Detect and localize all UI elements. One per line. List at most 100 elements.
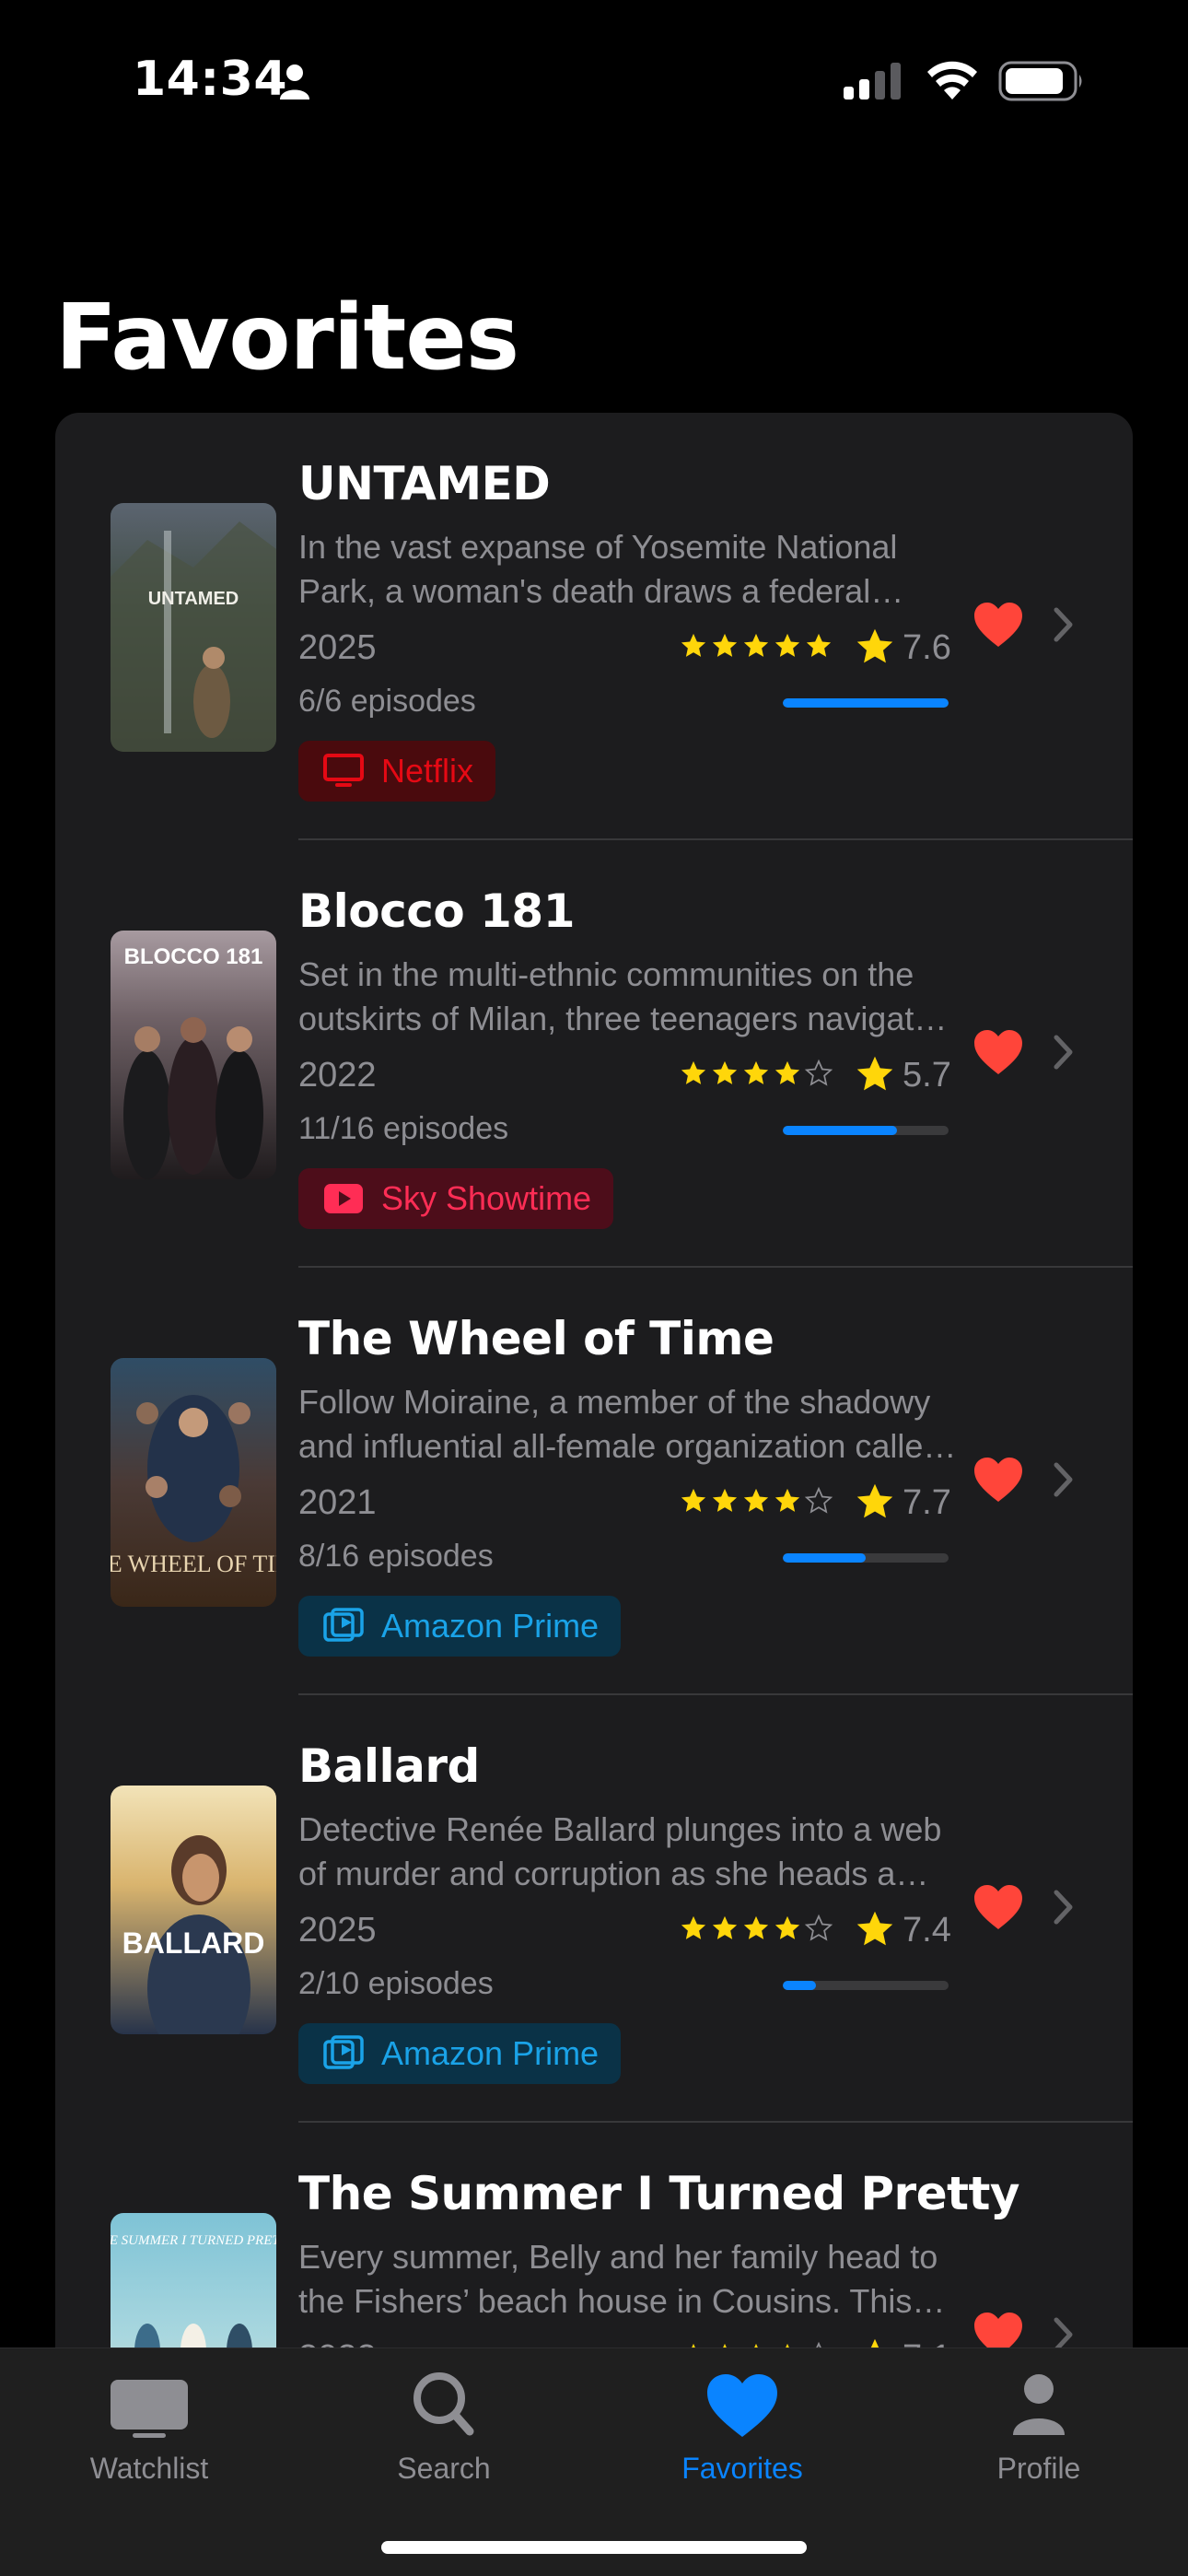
show-title: The Summer I Turned Pretty [298, 2167, 1020, 2220]
poster-image: BALLARD [111, 1786, 276, 2034]
show-description: Follow Moiraine, a member of the shadowy… [298, 1383, 942, 1465]
tv-icon [111, 2380, 188, 2438]
watch-progress-bar [783, 698, 949, 708]
list-item[interactable]: BLOCCO 181 Blocco 181 Set in the multi-e… [55, 840, 1133, 1268]
favorite-heart-icon[interactable] [973, 601, 1024, 649]
star-empty-icon [804, 1486, 833, 1514]
star-rating [678, 1913, 834, 1950]
show-description: Set in the multi-ethnic communities on t… [298, 955, 933, 1037]
star-filled-icon [743, 633, 769, 657]
list-item[interactable]: THE WHEEL OF TIME The Wheel of Time Foll… [55, 1268, 1133, 1695]
progress-fill [783, 698, 949, 708]
tab-label: Favorites [681, 2452, 803, 2485]
tab-watchlist[interactable]: Watchlist [29, 2348, 269, 2514]
poster-image: THE WHEEL OF TIME [111, 1358, 276, 1607]
rating-value: 7.1 [903, 2338, 951, 2348]
rating-value: 7.7 [903, 1483, 951, 1522]
watch-progress-bar [783, 1981, 949, 1990]
star-icon [870, 2338, 879, 2348]
star-icon [856, 628, 893, 663]
cellular-signal-icon [844, 63, 901, 100]
show-year: 2022 [298, 1056, 377, 1095]
show-year: 2025 [298, 1911, 377, 1950]
wifi-icon [927, 61, 977, 100]
star-filled-icon [743, 1915, 769, 1939]
tab-label: Watchlist [89, 2452, 209, 2485]
list-item[interactable]: THE SUMMER I TURNED PRETTY The Summer I … [55, 2123, 1133, 2348]
star-icon [856, 1483, 893, 1518]
heart-icon [707, 2374, 777, 2437]
list-item[interactable]: UNTAMED UNTAMED In the vast expanse of Y… [55, 413, 1133, 840]
video-library-icon [323, 2035, 364, 2069]
star-filled-icon [775, 633, 800, 657]
tv-icon [323, 754, 364, 787]
star-filled-icon [743, 1488, 769, 1512]
episode-count: 6/6 episodes [298, 684, 476, 719]
star-filled-icon [712, 1915, 738, 1939]
star-filled-icon [712, 633, 738, 657]
episode-count: 2/10 episodes [298, 1966, 494, 2001]
star-filled-icon [712, 1060, 738, 1084]
svg-text:BALLARD: BALLARD [122, 1926, 265, 1960]
tab-label: Profile [996, 2452, 1081, 2485]
search-icon [413, 2372, 474, 2436]
tab-profile[interactable]: Profile [919, 2348, 1159, 2514]
favorites-list[interactable]: UNTAMED UNTAMED In the vast expanse of Y… [55, 413, 1133, 2348]
star-filled-icon [743, 1060, 769, 1084]
show-title: The Wheel of Time [298, 1312, 775, 1365]
chevron-right-icon[interactable] [1052, 1034, 1076, 1071]
home-indicator[interactable] [381, 2541, 807, 2554]
star-filled-icon [681, 1488, 706, 1512]
star-filled-icon [681, 1060, 706, 1084]
chevron-right-icon[interactable] [1052, 1889, 1076, 1926]
star-filled-icon [681, 1915, 706, 1939]
watch-progress-bar [783, 1553, 949, 1563]
progress-fill [783, 1981, 816, 1990]
star-filled-icon [712, 1488, 738, 1512]
chevron-right-icon[interactable] [1052, 2316, 1076, 2348]
list-item[interactable]: BALLARD Ballard Detective Renée Ballard … [55, 1695, 1133, 2123]
favorite-heart-icon[interactable] [973, 1456, 1024, 1504]
status-bar: 14:34 [0, 0, 1188, 157]
svg-text:BLOCCO 181: BLOCCO 181 [124, 944, 263, 969]
star-icon [856, 1911, 893, 1946]
favorite-heart-icon[interactable] [973, 1028, 1024, 1076]
provider-badge: Netflix [298, 741, 496, 802]
episode-count: 8/16 episodes [298, 1539, 494, 1574]
star-empty-icon [804, 1914, 833, 1941]
battery-icon [998, 61, 1082, 101]
star-filled-icon [806, 633, 832, 657]
provider-name: Amazon Prime [381, 1607, 600, 1645]
app-root: 14:34 Favorites UNTAMED UNTAMED In the v… [0, 0, 1188, 2576]
poster-image: UNTAMED [111, 503, 276, 752]
svg-text:THE SUMMER I TURNED PRETTY: THE SUMMER I TURNED PRETTY [111, 2233, 276, 2248]
provider-name: Sky Showtime [381, 1179, 592, 1217]
tab-search[interactable]: Search [324, 2348, 564, 2514]
show-year: 2025 [298, 628, 377, 667]
show-title: Blocco 181 [298, 884, 576, 938]
star-rating [678, 2340, 834, 2348]
episode-count: 11/16 episodes [298, 1111, 509, 1146]
star-filled-icon [775, 1915, 800, 1939]
svg-text:UNTAMED: UNTAMED [148, 589, 239, 609]
provider-badge: Amazon Prime [298, 2023, 622, 2084]
star-empty-icon [804, 1059, 833, 1086]
show-description: In the vast expanse of Yosemite National… [298, 528, 898, 610]
person-icon [1013, 2374, 1065, 2435]
page-title: Favorites [55, 286, 519, 391]
star-rating [678, 630, 834, 667]
show-title: Ballard [298, 1739, 480, 1793]
tab-favorites[interactable]: Favorites [623, 2348, 862, 2514]
star-icon [856, 1056, 893, 1091]
chevron-right-icon[interactable] [1052, 606, 1076, 643]
provider-name: Amazon Prime [381, 2034, 600, 2072]
poster-image: THE SUMMER I TURNED PRETTY [111, 2213, 276, 2348]
provider-badge: Amazon Prime [298, 1596, 622, 1657]
progress-fill [783, 1553, 866, 1563]
favorite-heart-icon[interactable] [973, 2311, 1024, 2348]
rating-value: 7.4 [903, 1911, 951, 1950]
show-year: 2022 [298, 2338, 377, 2348]
chevron-right-icon[interactable] [1052, 1461, 1076, 1498]
favorite-heart-icon[interactable] [973, 1883, 1024, 1931]
rating-value: 5.7 [903, 1056, 951, 1095]
